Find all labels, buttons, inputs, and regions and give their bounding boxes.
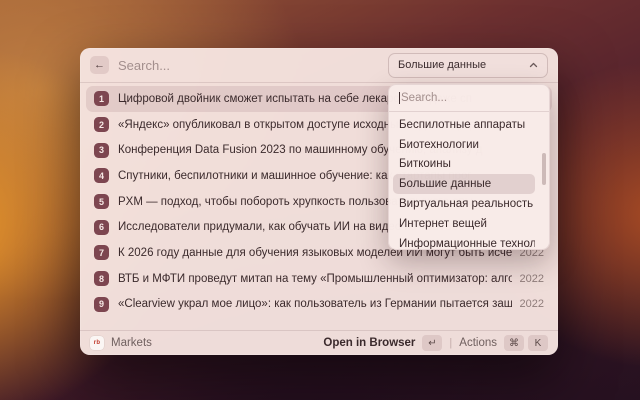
result-index-badge: 1 (94, 91, 109, 107)
text-caret (399, 92, 400, 104)
return-key-icon: ↵ (422, 335, 443, 351)
back-arrow-icon: ← (94, 58, 105, 71)
category-filter-button[interactable]: Большие данные (388, 52, 548, 78)
result-index-badge: 2 (94, 117, 109, 133)
result-index-badge: 5 (94, 194, 109, 210)
search-header: ← Search... Большие данные (80, 48, 558, 83)
dropdown-option[interactable]: Интернет вещей (393, 214, 535, 234)
result-title: ВТБ и МФТИ проведут митап на тему «Промы… (118, 272, 512, 285)
result-year: 2022 (519, 272, 544, 285)
result-index-badge: 8 (94, 271, 109, 287)
result-index-badge: 9 (94, 296, 109, 312)
result-index-badge: 6 (94, 219, 109, 235)
open-in-browser-action[interactable]: Open in Browser (323, 337, 415, 349)
dropdown-option[interactable]: Виртуальная реальность (393, 194, 535, 214)
category-dropdown-panel: Search... Беспилотные аппараты Биотехноло… (388, 84, 550, 250)
dropdown-options: Беспилотные аппараты Биотехнологии Биткоин… (389, 112, 549, 249)
result-index-badge: 3 (94, 142, 109, 158)
chevron-up-icon (529, 62, 538, 68)
source-label: Markets (111, 337, 152, 349)
category-filter-value: Большие данные (398, 59, 487, 71)
result-index-badge: 4 (94, 168, 109, 184)
result-index-badge: 7 (94, 245, 109, 261)
footer-separator: | (449, 337, 453, 349)
result-title: «Clearview украл мое лицо»: как пользова… (118, 298, 512, 311)
result-year: 2022 (519, 298, 544, 311)
markets-source-icon: rb (90, 336, 104, 350)
command-key-icon: ⌘ (504, 335, 524, 351)
dropdown-option[interactable]: Биотехнологии (393, 135, 535, 155)
actions-menu-button[interactable]: Actions (459, 337, 497, 349)
dropdown-search-input[interactable]: Search... (389, 85, 549, 112)
launcher-window: ← Search... Большие данные 1 Цифровой дво… (80, 48, 558, 355)
dropdown-search-placeholder: Search... (401, 92, 448, 104)
dropdown-scrollbar-thumb[interactable] (542, 153, 546, 185)
k-key-icon: K (528, 335, 548, 351)
dropdown-option[interactable]: Биткоины (393, 155, 535, 175)
dropdown-option[interactable]: Информационные технологии, IT (393, 234, 535, 249)
result-row[interactable]: 8 ВТБ и МФТИ проведут митап на тему «Пром… (86, 266, 552, 292)
back-button[interactable]: ← (90, 56, 109, 74)
search-input[interactable]: Search... (118, 58, 388, 73)
footer-bar: rb Markets Open in Browser ↵ | Actions ⌘… (80, 330, 558, 355)
dropdown-option[interactable]: Большие данные (393, 174, 535, 195)
dropdown-option[interactable]: Беспилотные аппараты (393, 115, 535, 135)
result-row[interactable]: 9 «Clearview украл мое лицо»: как пользов… (86, 292, 552, 318)
